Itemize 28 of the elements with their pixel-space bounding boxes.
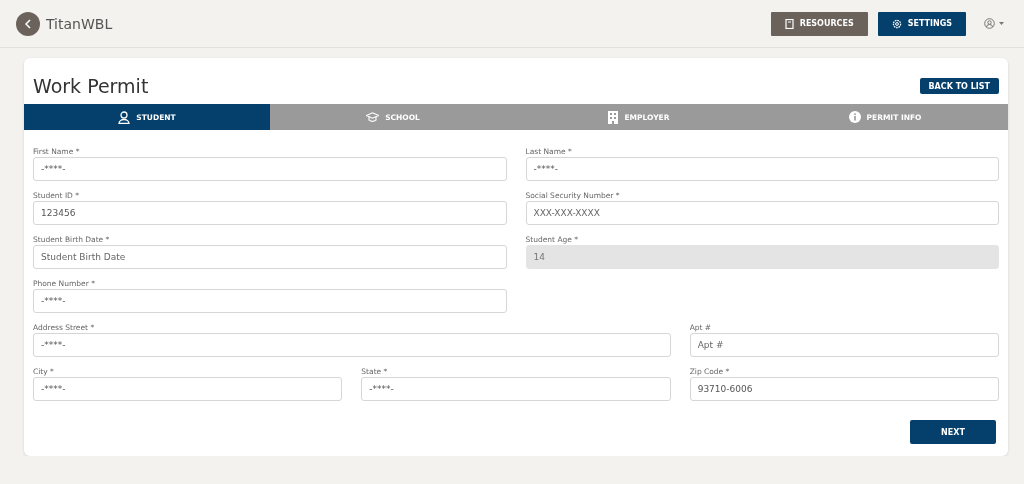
user-icon bbox=[984, 18, 995, 29]
page-title: Work Permit bbox=[33, 75, 149, 97]
input-field[interactable]: 123456 bbox=[33, 201, 507, 225]
input-field[interactable]: -****- bbox=[33, 377, 343, 401]
input-field[interactable]: -****- bbox=[361, 377, 671, 401]
input-field[interactable]: -****- bbox=[33, 333, 671, 357]
settings-icon bbox=[891, 18, 902, 29]
building-icon bbox=[608, 110, 619, 124]
app-name: TitanWBL bbox=[46, 15, 114, 32]
chevron-left-icon bbox=[25, 18, 31, 29]
graduation-cap-icon bbox=[366, 112, 380, 122]
input-field[interactable]: Apt # bbox=[689, 333, 999, 357]
input-field[interactable]: Student Birth Date bbox=[33, 245, 507, 269]
document-icon bbox=[784, 18, 794, 29]
input-field[interactable]: XXX-XXX-XXXX bbox=[525, 201, 999, 225]
input-field[interactable]: 93710-6006 bbox=[689, 377, 999, 401]
caret-icon bbox=[999, 22, 1004, 25]
user-menu-button[interactable] bbox=[984, 18, 1004, 29]
input-field[interactable]: -****- bbox=[33, 289, 507, 313]
input-field[interactable]: -****- bbox=[33, 157, 507, 181]
person-icon bbox=[118, 110, 131, 124]
next-button[interactable]: NEXT bbox=[910, 420, 996, 444]
back-to-list-button[interactable]: BACK TO LIST bbox=[919, 78, 999, 94]
input-field[interactable]: -****- bbox=[525, 157, 999, 181]
settings-button[interactable]: SETTINGS bbox=[877, 11, 966, 36]
resources-button[interactable]: RESOURCES bbox=[770, 11, 868, 36]
back-button[interactable] bbox=[16, 11, 40, 36]
info-icon bbox=[848, 111, 861, 123]
